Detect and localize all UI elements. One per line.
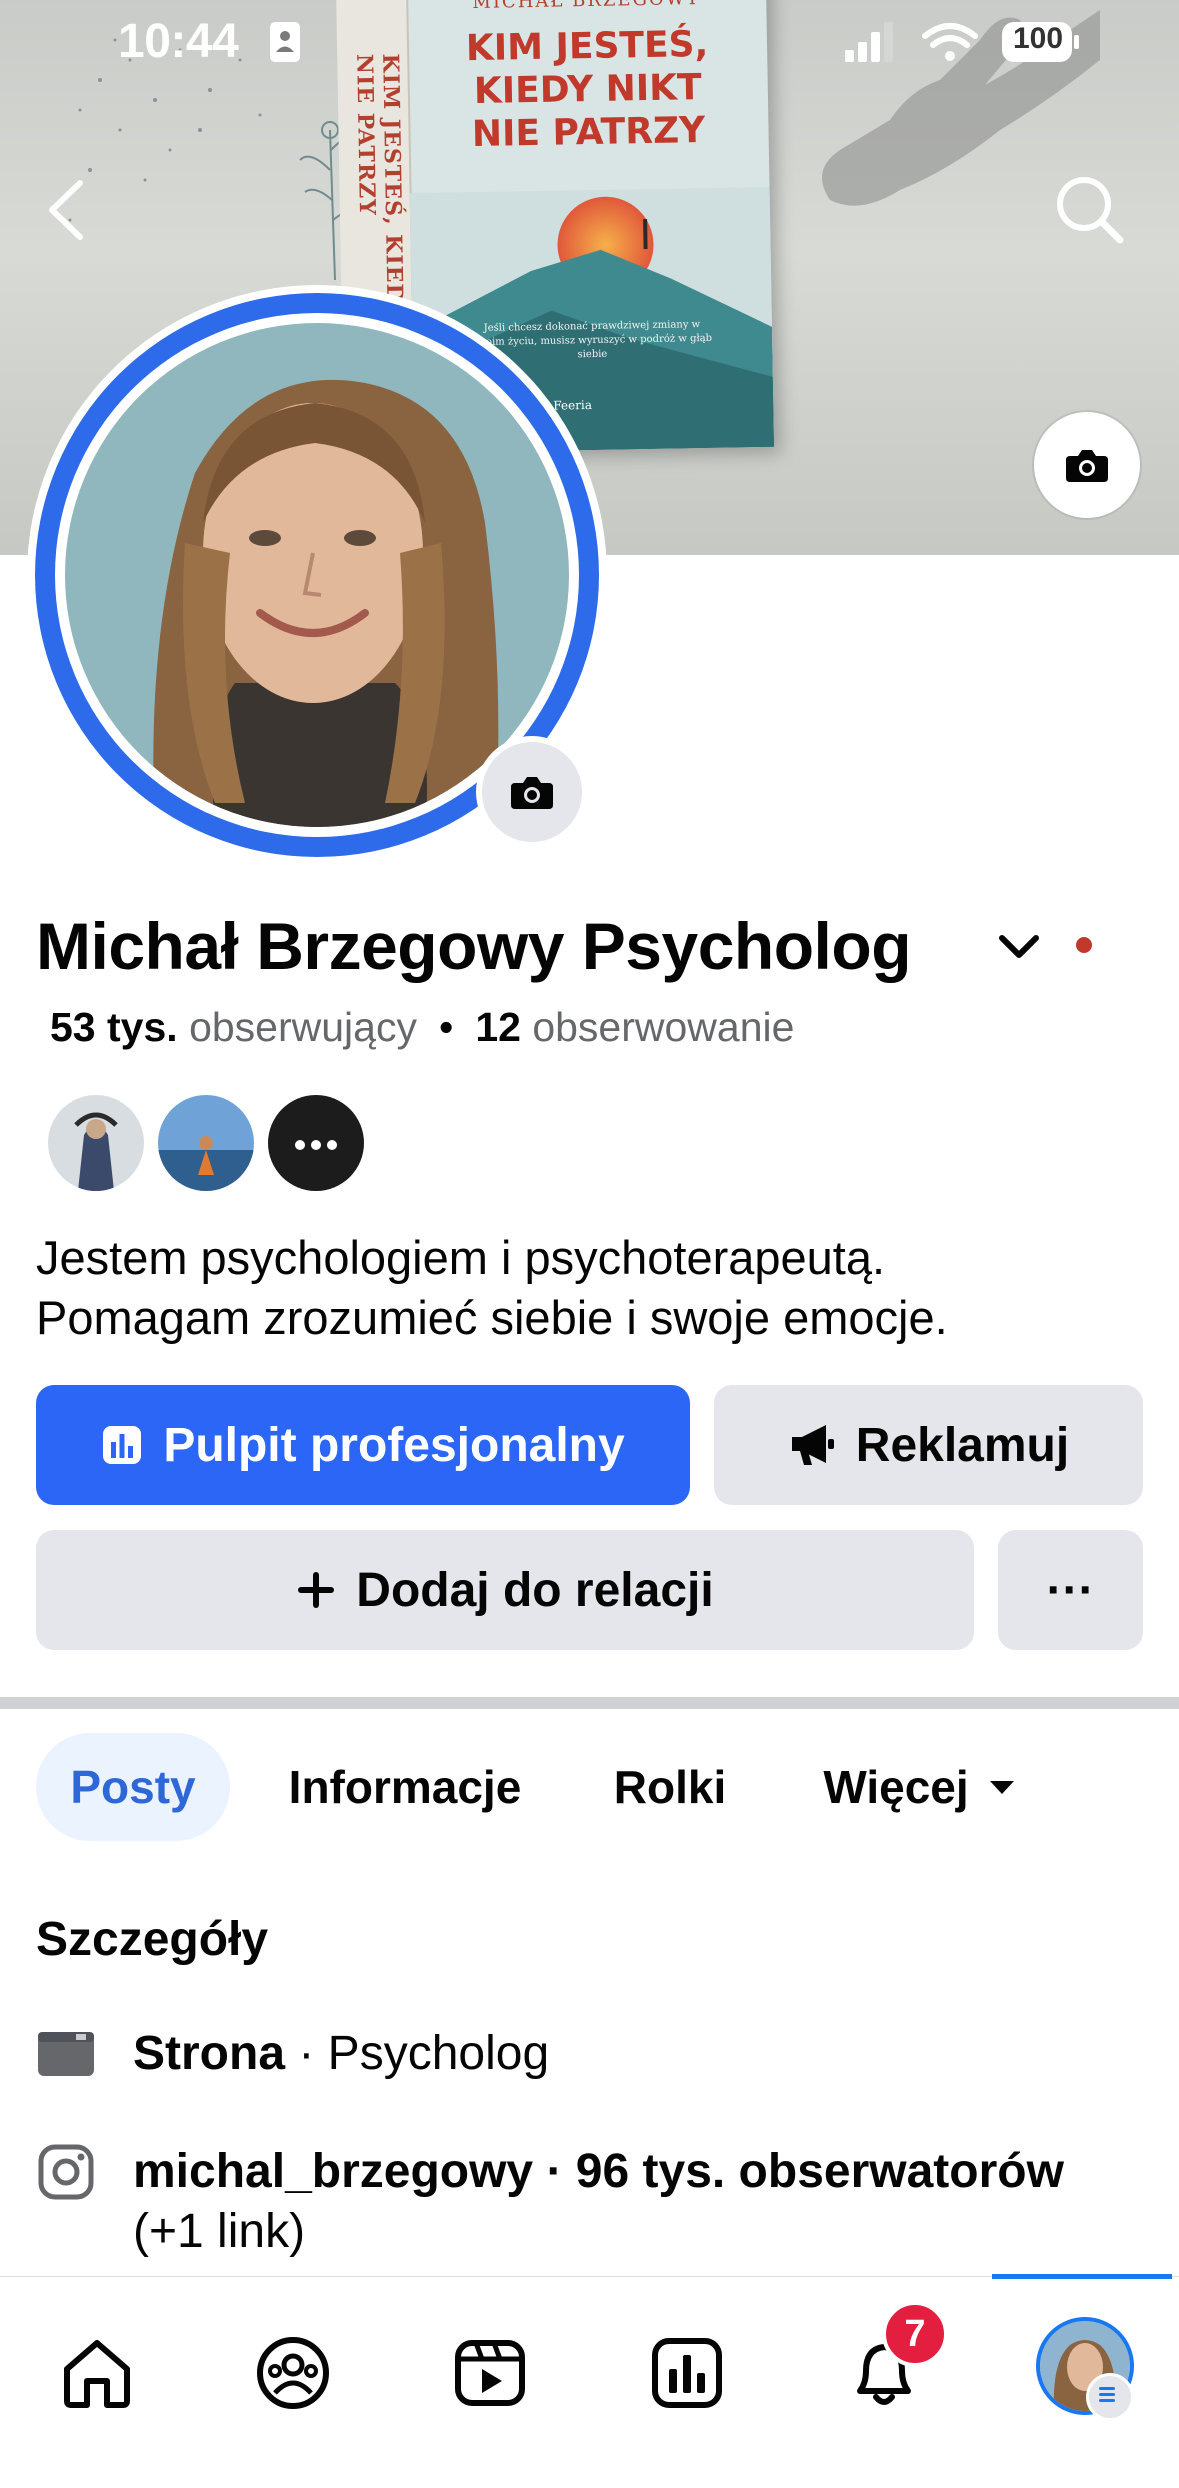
instagram-link[interactable]: michal_brzegowy · 96 tys. obserwatorów (… <box>133 2142 1064 2262</box>
followers-count: 53 tys. <box>50 1004 178 1050</box>
tab-posts[interactable]: Posty <box>36 1733 230 1841</box>
details-heading: Szczegóły <box>36 1913 269 1966</box>
book-publisher: Feeria <box>553 397 593 413</box>
video-icon <box>455 2340 525 2406</box>
notification-dot <box>1076 937 1092 953</box>
instagram-icon <box>38 2144 94 2200</box>
camera-icon <box>1066 450 1108 482</box>
cover-camera-button[interactable] <box>1034 412 1140 518</box>
tab-more[interactable]: Więcej <box>800 1733 1040 1841</box>
contact-card-icon <box>270 22 300 62</box>
megaphone-icon <box>791 1425 834 1465</box>
chevron-down-icon[interactable] <box>992 920 1046 974</box>
battery-level: 100 <box>1012 22 1064 55</box>
menu-icon[interactable] <box>1086 2373 1134 2421</box>
wifi-icon <box>922 23 978 48</box>
nav-home[interactable] <box>47 2323 147 2423</box>
follow-stats[interactable]: 53 tys. obserwujący • 12 obserwowanie <box>50 1004 794 1051</box>
bottom-navigation: 7 <box>0 2274 1179 2488</box>
signal-icon <box>845 22 893 62</box>
notifications-badge: 7 <box>882 2301 948 2367</box>
book-author: MICHAŁ BRZEGOWY <box>472 0 701 14</box>
nav-video[interactable] <box>440 2323 540 2423</box>
nav-friends[interactable] <box>243 2323 343 2423</box>
tab-reels[interactable]: Rolki <box>600 1733 740 1841</box>
follower-avatar <box>45 1092 147 1194</box>
plus-icon <box>298 1572 335 1608</box>
follower-avatar <box>155 1092 257 1194</box>
tab-about[interactable]: Informacje <box>270 1733 540 1841</box>
section-divider <box>0 1697 1179 1709</box>
back-arrow-icon[interactable] <box>40 175 100 245</box>
profile-photo <box>65 323 569 827</box>
followers-label: obserwujący <box>189 1004 417 1050</box>
insights-icon <box>652 2338 722 2408</box>
nav-dashboard[interactable] <box>637 2323 737 2423</box>
avatar-camera-button[interactable] <box>482 742 582 842</box>
following-label: obserwowanie <box>532 1004 795 1050</box>
more-followers-icon <box>265 1092 367 1194</box>
profile-bio: Jestem psychologiem i psychoterapeutą. P… <box>36 1231 948 1344</box>
page-category: Strona · Psycholog <box>133 2027 550 2080</box>
friends-icon <box>257 2337 329 2409</box>
status-time: 10:44 <box>118 15 239 68</box>
advertise-button[interactable]: Reklamuj <box>714 1385 1143 1505</box>
home-icon <box>64 2340 130 2408</box>
follower-avatars[interactable] <box>45 1092 385 1194</box>
search-icon[interactable] <box>1050 170 1130 250</box>
add-to-story-button[interactable]: Dodaj do relacji <box>36 1530 974 1650</box>
camera-icon <box>511 777 553 809</box>
profile-name: Michał Brzegowy Psycholog <box>36 909 912 983</box>
active-tab-indicator <box>992 2274 1172 2279</box>
caret-down-icon <box>989 1781 1014 1794</box>
more-icon: ··· <box>1046 1563 1095 1617</box>
page-flag-icon <box>38 2032 94 2076</box>
book-title: KIM JESTEŚ, KIEDY NIKT NIE PATRZY <box>465 23 709 156</box>
dashboard-icon <box>103 1426 142 1464</box>
more-options-button[interactable]: ··· <box>998 1530 1143 1650</box>
professional-dashboard-button[interactable]: Pulpit profesjonalny <box>36 1385 690 1505</box>
following-count: 12 <box>475 1004 521 1050</box>
